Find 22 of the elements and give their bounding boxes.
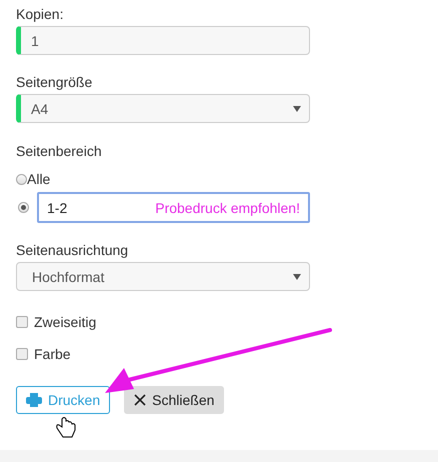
field-label: Seitenbereich <box>16 142 102 161</box>
checkbox[interactable] <box>16 316 28 328</box>
orientation-select[interactable]: Hochformat <box>16 262 310 291</box>
checkbox-label[interactable]: Farbe <box>34 346 71 362</box>
input-value: 1-2 <box>47 200 68 216</box>
page-range-input[interactable]: 1-2 Probedruck empfohlen! <box>37 192 310 223</box>
close-icon <box>134 394 146 406</box>
checkbox[interactable] <box>16 348 28 360</box>
close-button[interactable]: Schließen <box>124 386 224 414</box>
caret-icon <box>293 274 301 280</box>
caret-icon <box>293 106 301 112</box>
radio-label[interactable]: Alle <box>27 171 50 187</box>
field-label: Seitengröße <box>16 73 92 92</box>
field-label: Seitenausrichtung <box>16 241 128 260</box>
page-size-select[interactable]: A4 <box>16 94 310 123</box>
radio-button[interactable] <box>18 202 29 213</box>
copies-input[interactable]: 1 <box>16 26 310 55</box>
radio-button[interactable] <box>16 174 27 184</box>
checkbox-label[interactable]: Zweiseitig <box>34 314 96 330</box>
field-label: Kopien: <box>16 5 64 24</box>
hand-cursor-icon <box>56 417 76 438</box>
annotation-note: Probedruck empfohlen! <box>155 200 300 216</box>
